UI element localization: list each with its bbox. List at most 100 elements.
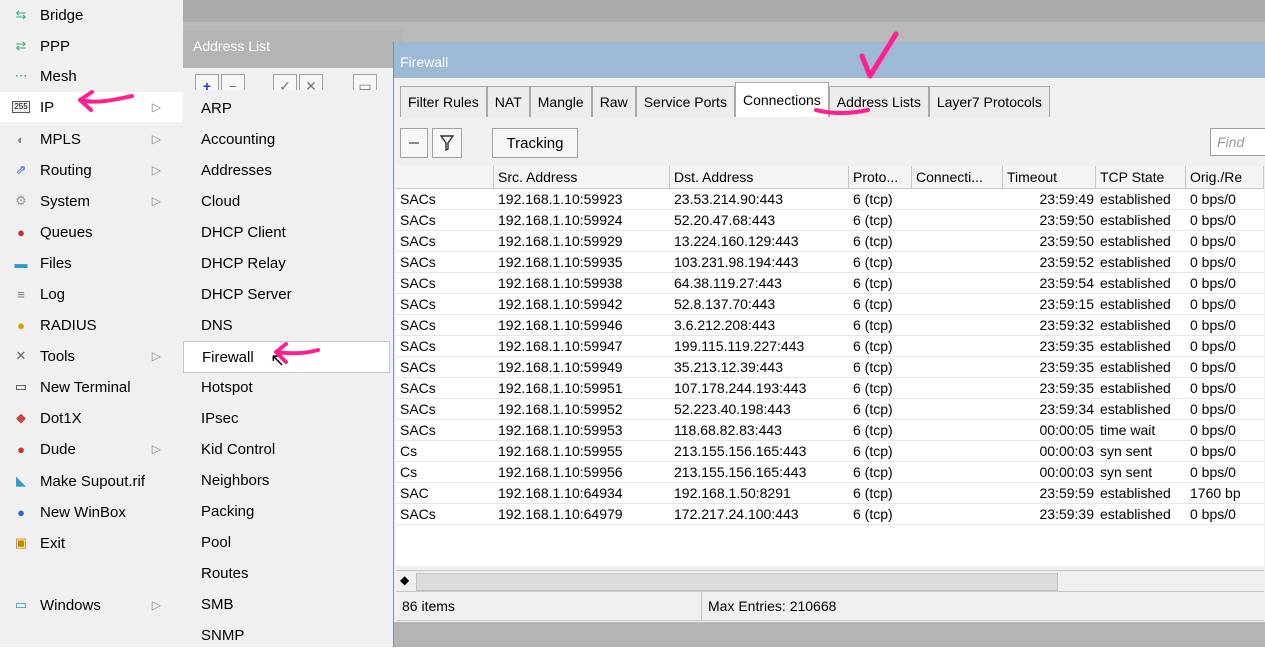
menu-item-label: Windows [40,596,101,614]
table-row[interactable]: SAC 192.168.1.10:64934 192.168.1.50:8291 6 … [396,483,1264,504]
table-cell: 0 bps/0 [1190,254,1236,270]
table-cell: 107.178.244.193:443 [674,380,807,396]
filter-button[interactable] [432,128,462,158]
table-cell: 6 (tcp) [853,212,893,228]
table-row[interactable]: SACs 192.168.1.10:59953 118.68.82.83:443 6 … [396,420,1264,441]
column-header[interactable]: TCP State [1096,166,1186,188]
table-cell: established [1100,254,1171,270]
tab-nat[interactable]: NAT [486,86,530,117]
table-cell: syn sent [1100,443,1153,459]
log-icon: ≡ [17,286,25,302]
table-row[interactable]: SACs 192.168.1.10:59929 13.224.160.129:443… [396,231,1264,252]
column-header[interactable]: Src. Address [494,166,670,188]
menu-item-new-terminal[interactable]: ▭ New Terminal [0,372,183,402]
column-header[interactable]: Timeout [1003,166,1096,188]
menu-item-label: Dude [40,440,76,458]
table-row[interactable]: SACs 192.168.1.10:59952 52.223.40.198:443 6… [396,399,1264,420]
table-row[interactable]: SACs 192.168.1.10:59938 64.38.119.27:443 6 … [396,273,1264,294]
table-row[interactable]: SACs 192.168.1.10:59947 199.115.119.227:44… [396,336,1264,357]
table-row[interactable]: SACs 192.168.1.10:59923 23.53.214.90:443 6 … [396,189,1264,210]
firewall-window: Firewall Filter Rules NAT Mangle Raw Service… [393,42,1265,647]
menu-item-files[interactable]: ▬ Files [0,248,183,278]
table-cell: 0 bps/0 [1190,275,1236,291]
table-cell: 52.8.137.70:443 [674,296,776,312]
submenu-item-kid-control[interactable]: Kid Control [183,434,388,464]
table-row[interactable]: Cs 192.168.1.10:59956 213.155.156.165:443 6… [396,462,1264,483]
table-row[interactable]: Cs 192.168.1.10:59955 213.155.156.165:443 6… [396,441,1264,462]
menu-item-new-winbox[interactable]: ● New WinBox [0,497,183,527]
table-row[interactable]: SACs 192.168.1.10:59942 52.8.137.70:443 6 (… [396,294,1264,315]
tab-filter-rules[interactable]: Filter Rules [400,86,487,117]
menu-item-routing[interactable]: ⇗ Routing ▷ [0,155,183,185]
table-row[interactable]: SACs 192.168.1.10:59924 52.20.47.68:443 6 (… [396,210,1264,231]
column-header[interactable]: Proto... [849,166,912,188]
remove-button[interactable] [400,128,428,158]
tab-layer7-protocols[interactable]: Layer7 Protocols [928,86,1050,117]
table-row[interactable]: SACs 192.168.1.10:59946 3.6.212.208:443 6 (… [396,315,1264,336]
menu-item-ppp[interactable]: ⇄ PPP [0,31,183,61]
submenu-item-dhcp-relay[interactable]: DHCP Relay [183,248,388,278]
scroll-left-icon[interactable]: ◆ [400,573,409,587]
table-cell: 35.213.12.39:443 [674,359,783,375]
submenu-arrow-icon: ▷ [151,100,161,114]
submenu-item-smb[interactable]: SMB [183,589,388,619]
table-cell [912,231,1003,251]
menu-item-tools[interactable]: ✕ Tools ▷ [0,341,183,371]
menu-item-queues[interactable]: ● Queues [0,217,183,247]
submenu-item-packing[interactable]: Packing [183,496,388,526]
menu-item-log[interactable]: ≡ Log [0,279,183,309]
submenu-item-pool[interactable]: Pool [183,527,388,557]
find-input[interactable]: Find [1210,128,1265,156]
tracking-button[interactable]: Tracking [492,128,578,158]
table-cell: SACs [400,233,436,249]
submenu-item-addresses[interactable]: Addresses [183,155,388,185]
address-list-title: Address List [193,38,271,54]
menu-item-make-supout-rif[interactable]: ◣ Make Supout.rif [0,466,183,496]
menu-item-windows[interactable]: ▭ Windows ▷ [0,590,183,620]
menu-item-mpls[interactable]: ◐ MPLS ▷ [0,124,183,154]
tab-service-ports[interactable]: Service Ports [635,86,735,117]
submenu-item-arp[interactable]: ARP [183,93,388,123]
submenu-item-dhcp-client[interactable]: DHCP Client [183,217,388,247]
menu-item-system[interactable]: ⚙ System ▷ [0,186,183,216]
submenu-item-snmp[interactable]: SNMP [183,620,388,650]
menu-item-exit[interactable]: ▣ Exit [0,528,183,558]
submenu-item-routes[interactable]: Routes [183,558,388,588]
supout-icon: ◣ [16,473,26,488]
scrollbar-thumb[interactable] [416,573,1058,591]
menu-item-bridge[interactable]: ⇆ Bridge [0,0,183,30]
submenu-item-cloud[interactable]: Cloud [183,186,388,216]
table-row[interactable]: SACs 192.168.1.10:64979 172.217.24.100:443… [396,504,1264,525]
submenu-item-accounting[interactable]: Accounting [183,124,388,154]
menu-item-radius[interactable]: ● RADIUS [0,310,183,340]
tools-icon: ✕ [15,348,27,363]
column-header[interactable] [396,166,494,188]
table-cell: established [1100,317,1171,333]
table-cell: 52.20.47.68:443 [674,212,776,228]
tab-mangle[interactable]: Mangle [529,86,592,117]
column-header[interactable]: Dst. Address [670,166,849,188]
submenu-item-hotspot[interactable]: Hotspot [183,372,388,402]
table-cell: established [1100,275,1171,291]
table-row[interactable]: SACs 192.168.1.10:59935 103.231.98.194:443… [396,252,1264,273]
column-header[interactable]: Orig./Re [1186,166,1264,188]
table-row[interactable]: SACs 192.168.1.10:59949 35.213.12.39:443 6 … [396,357,1264,378]
table-cell: established [1100,212,1171,228]
table-cell: 192.168.1.10:59929 [498,233,623,249]
table-cell: established [1100,485,1171,501]
tab-raw[interactable]: Raw [591,86,636,117]
column-header[interactable]: Connecti... [912,166,1003,188]
submenu-item-neighbors[interactable]: Neighbors [183,465,388,495]
horizontal-scrollbar[interactable]: ◆ [396,570,1264,592]
table-cell: SACs [400,212,436,228]
submenu-item-ipsec[interactable]: IPsec [183,403,388,433]
table-row[interactable]: SACs 192.168.1.10:59951 107.178.244.193:44… [396,378,1264,399]
menu-item-dot1x[interactable]: ◆ Dot1X [0,403,183,433]
submenu-item-dns[interactable]: DNS [183,310,388,340]
table-cell: 0 bps/0 [1190,464,1236,480]
submenu-arrow-icon: ▷ [151,598,161,612]
submenu-item-dhcp-server[interactable]: DHCP Server [183,279,388,309]
table-cell: 192.168.1.10:59952 [498,401,623,417]
menu-item-dude[interactable]: ● Dude ▷ [0,434,183,464]
firewall-title-bar[interactable]: Firewall [394,42,1265,78]
